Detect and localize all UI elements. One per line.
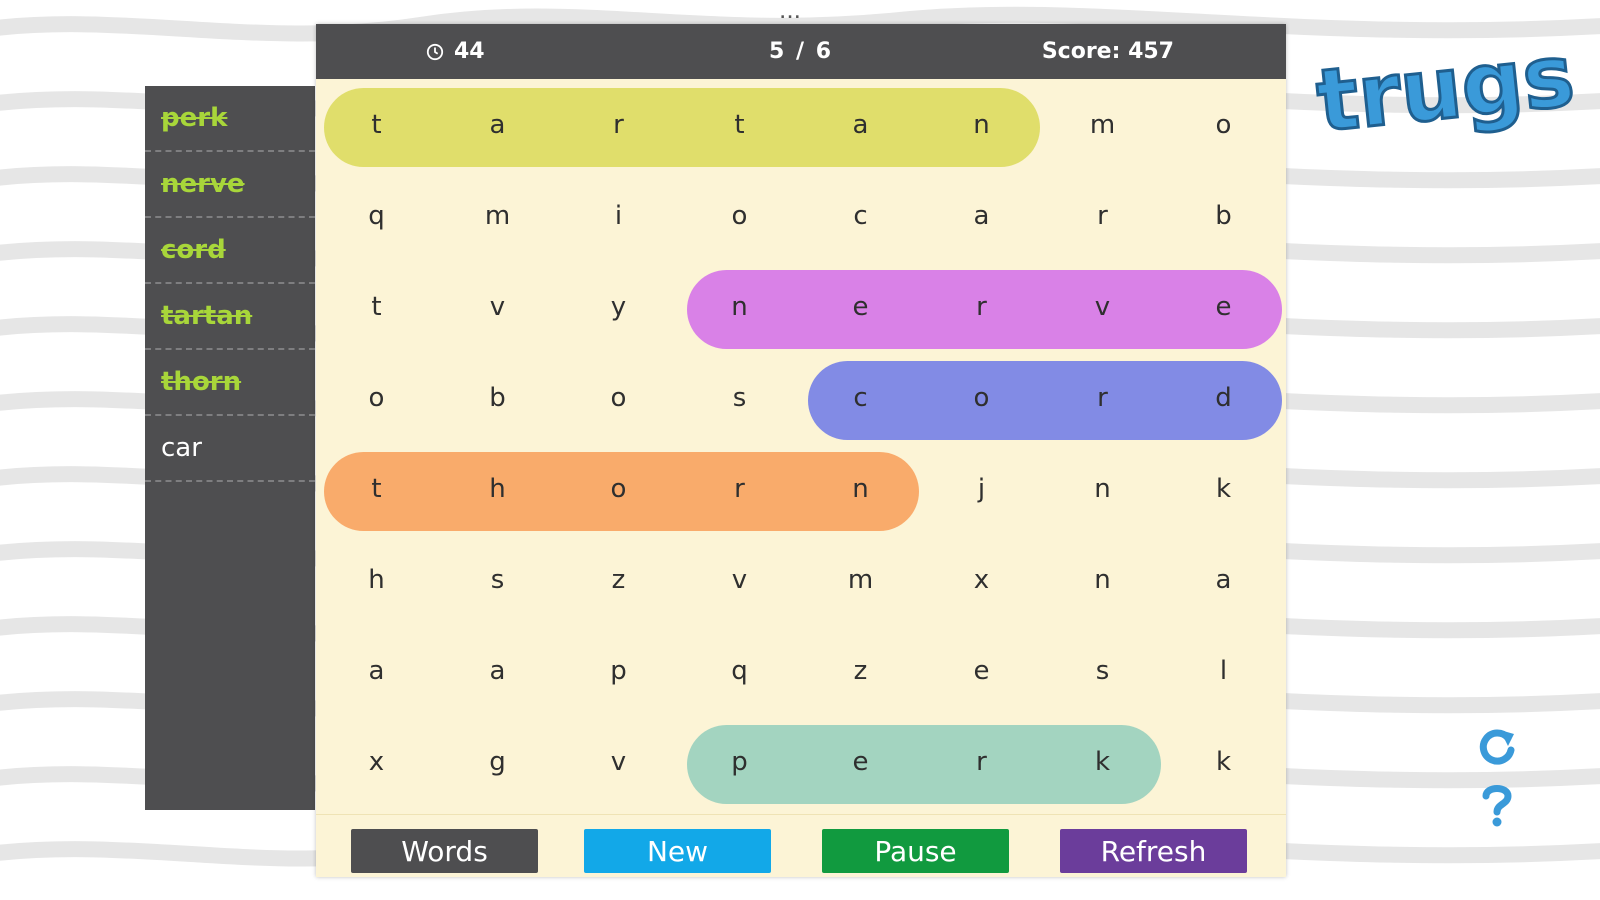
grid-cell[interactable]: l [1163, 625, 1284, 716]
word-list-item: perk [145, 86, 315, 152]
grid-cell[interactable]: o [679, 170, 800, 261]
grid-cell[interactable]: o [921, 352, 1042, 443]
grid-cell[interactable]: t [316, 79, 437, 170]
grid-cell[interactable]: a [316, 625, 437, 716]
grid-cell[interactable]: r [1042, 170, 1163, 261]
grid-cell[interactable]: z [800, 625, 921, 716]
menu-dots[interactable]: ... [780, 6, 802, 22]
grid-cell[interactable]: x [316, 716, 437, 807]
grid-cell[interactable]: a [800, 79, 921, 170]
score-value: 457 [1128, 39, 1174, 64]
grid-cell[interactable]: n [800, 443, 921, 534]
score-label: Score: [1041, 39, 1121, 64]
svg-text:trugs: trugs [1312, 40, 1579, 152]
grid-cell[interactable]: s [1042, 625, 1163, 716]
grid-cell[interactable]: q [679, 625, 800, 716]
trugs-logo: trugs [1311, 40, 1580, 154]
grid-cell[interactable]: a [1163, 534, 1284, 625]
grid-cell[interactable]: a [921, 170, 1042, 261]
grid-cell[interactable]: r [921, 261, 1042, 352]
help-icon[interactable] [1474, 782, 1520, 828]
grid-cell[interactable]: e [800, 716, 921, 807]
grid-cell[interactable]: j [921, 443, 1042, 534]
grid-cell[interactable]: v [1042, 261, 1163, 352]
grid-cell[interactable]: v [679, 534, 800, 625]
grid-cell[interactable]: p [558, 625, 679, 716]
grid-cell[interactable]: p [679, 716, 800, 807]
grid-cell[interactable]: a [437, 625, 558, 716]
grid-cell[interactable]: i [558, 170, 679, 261]
grid-cell[interactable]: k [1163, 716, 1284, 807]
word-list-item: car [145, 416, 315, 482]
grid-cell[interactable]: c [800, 352, 921, 443]
refresh-button[interactable]: Refresh [1060, 829, 1247, 873]
score: Score: 457 [1042, 39, 1174, 64]
grid-cell[interactable]: n [1042, 534, 1163, 625]
grid-cell[interactable]: s [679, 352, 800, 443]
grid-cell[interactable]: o [316, 352, 437, 443]
grid-cell[interactable]: d [1163, 352, 1284, 443]
grid-cell[interactable]: n [921, 79, 1042, 170]
grid-cell[interactable]: y [558, 261, 679, 352]
grid-cell[interactable]: o [558, 352, 679, 443]
grid-cell[interactable]: n [1042, 443, 1163, 534]
total-count: 6 [815, 39, 833, 64]
word-list-item: tartan [145, 284, 315, 350]
grid-cell[interactable]: c [800, 170, 921, 261]
grid-cell[interactable]: m [437, 170, 558, 261]
grid-cell[interactable]: r [558, 79, 679, 170]
new-button[interactable]: New [584, 829, 771, 873]
grid-cell[interactable]: r [679, 443, 800, 534]
word-list-item: nerve [145, 152, 315, 218]
grid-cell[interactable]: b [437, 352, 558, 443]
grid-cell[interactable]: k [1042, 716, 1163, 807]
grid-cell[interactable]: o [558, 443, 679, 534]
word-list-item: thorn [145, 350, 315, 416]
grid-cell[interactable]: r [921, 716, 1042, 807]
word-list: perk nerve cord tartan thorn car [145, 86, 315, 810]
grid-cell[interactable]: x [921, 534, 1042, 625]
grid-cell[interactable]: e [800, 261, 921, 352]
grid-cell[interactable]: b [1163, 170, 1284, 261]
grid-cell[interactable]: g [437, 716, 558, 807]
grid-cell[interactable]: e [1163, 261, 1284, 352]
grid-cell[interactable]: s [437, 534, 558, 625]
grid-cell[interactable]: z [558, 534, 679, 625]
grid-cell[interactable]: t [679, 79, 800, 170]
grid-cell[interactable]: k [1163, 443, 1284, 534]
grid-cell[interactable]: m [800, 534, 921, 625]
game-board: 44 5 / 6 Score: 457 tartanmoqmiocarbtvyn… [316, 24, 1286, 877]
word-list-item: cord [145, 218, 315, 284]
words-button[interactable]: Words [351, 829, 538, 873]
grid-cell[interactable]: v [558, 716, 679, 807]
grid-cell[interactable]: e [921, 625, 1042, 716]
button-bar: Words New Pause Refresh [316, 814, 1286, 878]
grid-cell[interactable]: q [316, 170, 437, 261]
grid-cell[interactable]: m [1042, 79, 1163, 170]
found-count: 5 [768, 39, 787, 64]
grid-cell[interactable]: a [437, 79, 558, 170]
grid-cell[interactable]: v [437, 261, 558, 352]
letter-grid[interactable]: tartanmoqmiocarbtvynerveoboscordthornjnk… [316, 79, 1286, 839]
status-bar: 44 5 / 6 Score: 457 [316, 24, 1286, 79]
grid-cell[interactable]: r [1042, 352, 1163, 443]
grid-cell[interactable]: o [1163, 79, 1284, 170]
progress-separator: / [795, 39, 807, 64]
grid-cell[interactable]: h [316, 534, 437, 625]
restart-icon[interactable] [1474, 724, 1520, 770]
grid-cell[interactable]: t [316, 261, 437, 352]
grid-cell[interactable]: h [437, 443, 558, 534]
grid-cell[interactable]: n [679, 261, 800, 352]
pause-button[interactable]: Pause [822, 829, 1009, 873]
grid-cell[interactable]: t [316, 443, 437, 534]
